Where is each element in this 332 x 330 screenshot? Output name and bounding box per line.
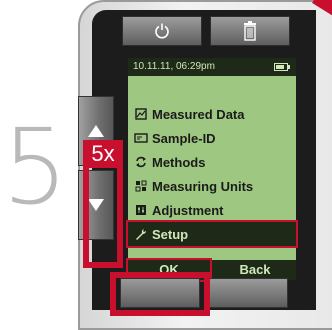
menu-item-setup[interactable]: Setup <box>126 220 298 248</box>
id-card-icon <box>134 132 148 144</box>
menu-item-label: Measuring Units <box>152 178 254 194</box>
datetime-label: 10.11.11, 06:29pm <box>133 61 215 72</box>
menu-item-methods[interactable]: Methods <box>128 150 296 174</box>
control-panel: 10.11.11, 06:29pm Measured Data Sample-I… <box>78 10 316 310</box>
display-screen: 10.11.11, 06:29pm Measured Data Sample-I… <box>126 58 298 282</box>
units-icon <box>134 180 148 192</box>
chart-icon <box>134 108 148 120</box>
menu-item-label: Setup <box>152 226 189 242</box>
delete-button[interactable] <box>210 16 290 46</box>
status-bar: 10.11.11, 06:29pm <box>128 58 296 76</box>
step-number: 5 <box>2 106 69 228</box>
hardware-back-button[interactable] <box>208 278 288 308</box>
menu-item-label: Methods <box>152 154 206 170</box>
softkey-back[interactable]: Back <box>214 260 296 280</box>
menu-item-measured-data[interactable]: Measured Data <box>128 102 296 126</box>
power-button[interactable] <box>122 16 202 46</box>
menu-item-measuring-units[interactable]: Measuring Units <box>128 174 296 198</box>
menu-item-sample-id[interactable]: Sample-ID <box>128 126 296 150</box>
press-count-badge: 5x <box>83 140 123 168</box>
cycle-arrows-icon <box>134 156 148 168</box>
battery-icon <box>274 63 290 71</box>
menu-item-label: Adjustment <box>152 202 224 218</box>
wrench-icon <box>134 228 148 240</box>
trash-icon <box>211 17 289 45</box>
adjust-icon <box>134 204 148 216</box>
menu-item-adjustment[interactable]: Adjustment <box>128 198 296 222</box>
menu-item-label: Measured Data <box>152 106 245 122</box>
main-menu: Measured Data Sample-ID Methods Measurin… <box>126 102 298 248</box>
power-icon <box>123 17 201 45</box>
ok-press-highlight <box>110 272 210 316</box>
menu-item-label: Sample-ID <box>152 130 216 146</box>
